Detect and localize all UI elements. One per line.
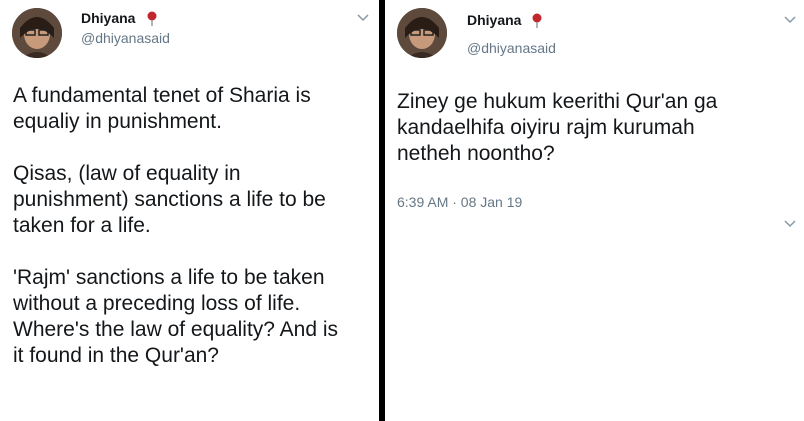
author-name[interactable]: Dhiyana [467,12,521,28]
chevron-down-icon[interactable] [357,14,369,22]
chevron-down-icon[interactable] [784,220,796,228]
author-handle[interactable]: @dhiyanasaid [467,40,556,56]
tweet-text: A fundamental tenet of Sharia is equaliy… [13,84,339,367]
pin-icon [532,13,542,28]
avatar[interactable] [397,8,447,58]
tweet-text: Ziney ge hukum keerithi Qur'an ga kandae… [397,90,718,165]
avatar[interactable] [12,8,62,58]
tweet-timestamp[interactable]: 6:39 AM · 08 Jan 19 [397,194,522,210]
avatar-portrait-icon [397,8,447,58]
tweet-card-right: Dhiyana @dhiyanasaid Ziney ge hukum keer… [385,0,804,421]
chevron-down-icon[interactable] [784,16,796,24]
avatar-portrait-icon [12,8,62,58]
author-name[interactable]: Dhiyana [81,10,135,26]
pin-icon [147,11,157,26]
author-handle[interactable]: @dhiyanasaid [81,30,170,46]
tweet-card-left: Dhiyana @dhiyanasaid A fundamental tenet… [0,0,379,421]
